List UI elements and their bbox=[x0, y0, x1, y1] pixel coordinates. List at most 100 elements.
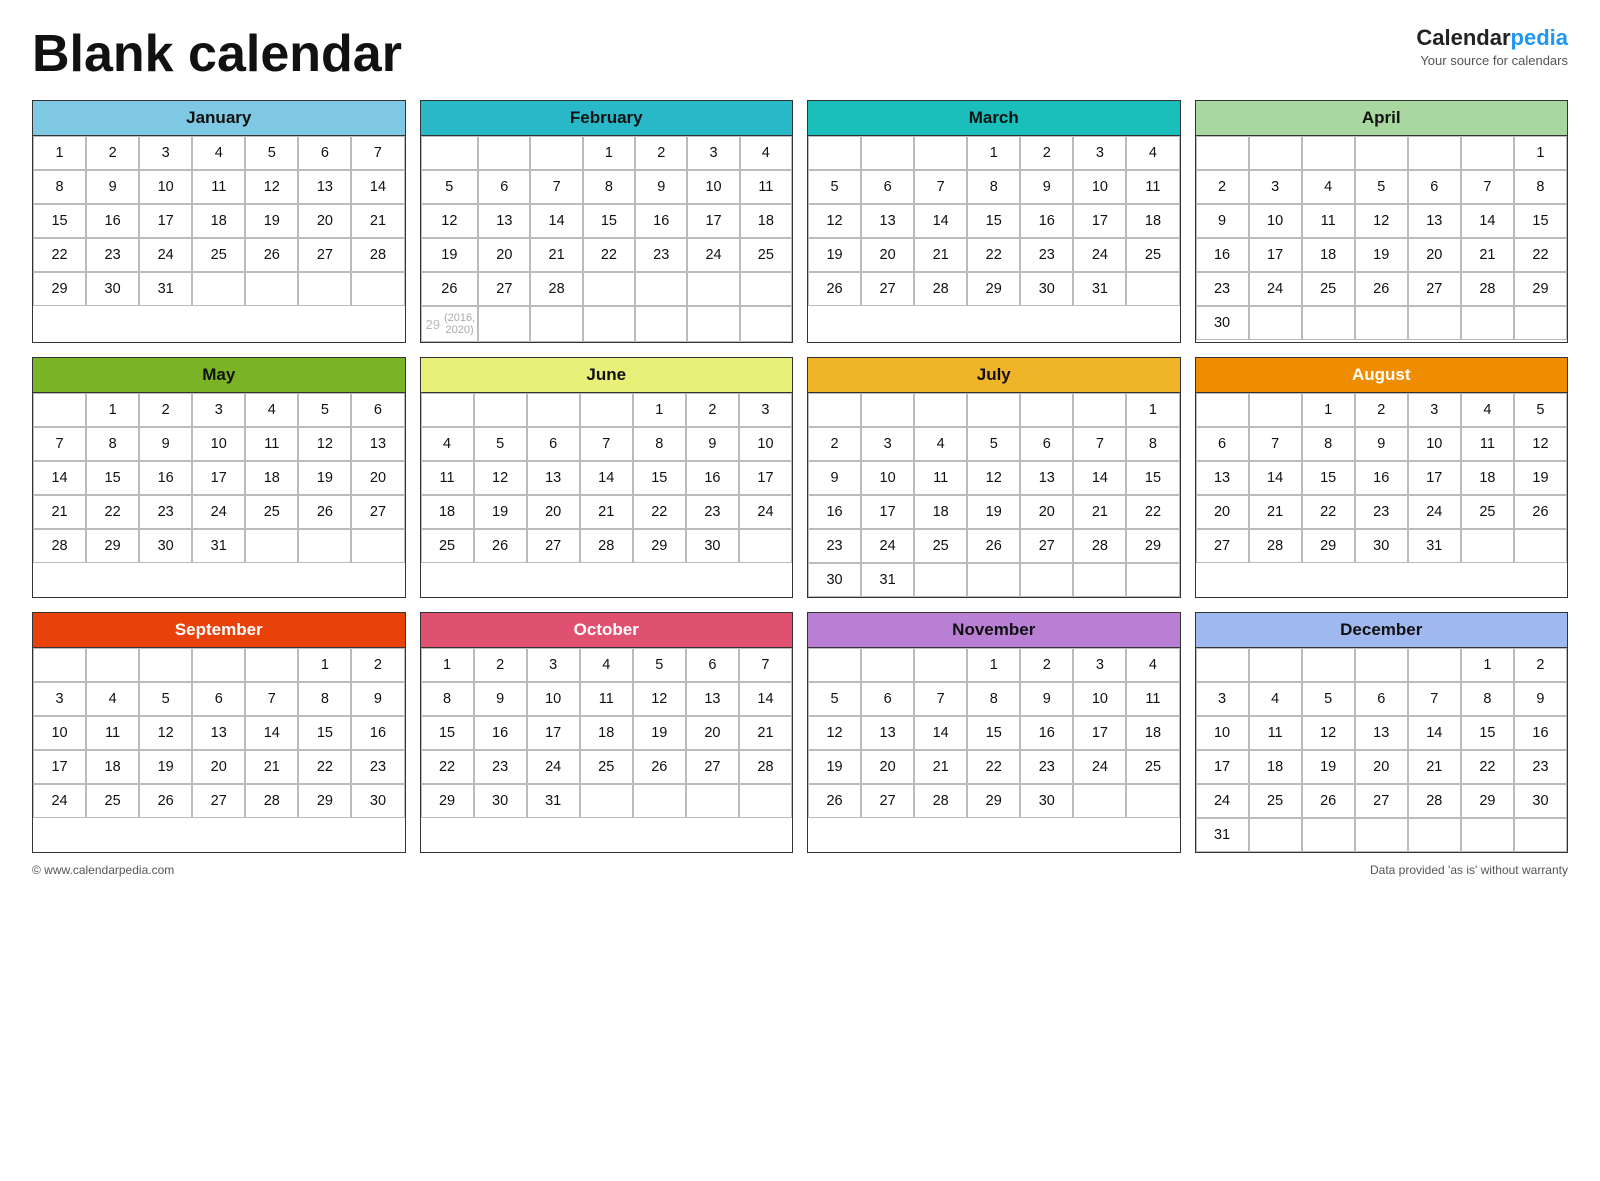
day-cell: 12 bbox=[967, 461, 1020, 495]
month-nov: November12345678910111213141516171819202… bbox=[807, 612, 1181, 853]
day-cell: 6 bbox=[192, 682, 245, 716]
day-cell: 18 bbox=[1302, 238, 1355, 272]
day-cell: 18 bbox=[914, 495, 967, 529]
day-cell bbox=[1461, 306, 1514, 340]
month-header-sep: September bbox=[33, 613, 405, 648]
day-cell: 19 bbox=[1355, 238, 1408, 272]
day-cell bbox=[1408, 306, 1461, 340]
day-cell: 7 bbox=[530, 170, 582, 204]
day-cell: 3 bbox=[1196, 682, 1249, 716]
day-cell: 6 bbox=[1355, 682, 1408, 716]
day-cell: 16 bbox=[1514, 716, 1567, 750]
day-cell bbox=[1514, 306, 1567, 340]
day-cell: 19 bbox=[808, 750, 861, 784]
day-cell: 28 bbox=[530, 272, 582, 306]
day-cell: 26 bbox=[1355, 272, 1408, 306]
day-cell: 18 bbox=[1126, 204, 1179, 238]
day-cell: 19 bbox=[633, 716, 686, 750]
day-cell: 28 bbox=[1249, 529, 1302, 563]
day-cell: 15 bbox=[583, 204, 635, 238]
month-header-aug: August bbox=[1196, 358, 1568, 393]
day-cell: 22 bbox=[1461, 750, 1514, 784]
month-sep: September1234567891011121314151617181920… bbox=[32, 612, 406, 853]
day-cell: 14 bbox=[1408, 716, 1461, 750]
day-cell: 6 bbox=[1196, 427, 1249, 461]
day-cell: 6 bbox=[298, 136, 351, 170]
day-cell: 14 bbox=[1461, 204, 1514, 238]
day-cell: 11 bbox=[86, 716, 139, 750]
day-cell: 23 bbox=[686, 495, 739, 529]
day-cell: 19 bbox=[808, 238, 861, 272]
day-cell bbox=[1302, 648, 1355, 682]
day-cell: 23 bbox=[139, 495, 192, 529]
day-cell: 28 bbox=[914, 272, 967, 306]
day-cell: 26 bbox=[298, 495, 351, 529]
month-may: May1234567891011121314151617181920212223… bbox=[32, 357, 406, 598]
day-cell bbox=[861, 648, 914, 682]
day-cell: 13 bbox=[1355, 716, 1408, 750]
day-cell bbox=[1196, 648, 1249, 682]
day-cell: 23 bbox=[808, 529, 861, 563]
day-cell: 16 bbox=[139, 461, 192, 495]
day-cell: 27 bbox=[861, 784, 914, 818]
day-cell: 24 bbox=[1073, 238, 1126, 272]
day-cell: 9 bbox=[686, 427, 739, 461]
day-cell bbox=[1196, 136, 1249, 170]
day-cell bbox=[1408, 648, 1461, 682]
day-cell: 30 bbox=[1196, 306, 1249, 340]
day-cell-empty bbox=[635, 306, 687, 342]
day-cell: 30 bbox=[1355, 529, 1408, 563]
day-cell: 1 bbox=[1302, 393, 1355, 427]
day-cell: 13 bbox=[1408, 204, 1461, 238]
day-cell: 31 bbox=[139, 272, 192, 306]
day-cell: 24 bbox=[192, 495, 245, 529]
day-cell: 25 bbox=[1126, 238, 1179, 272]
day-cell: 6 bbox=[686, 648, 739, 682]
day-cell: 29 bbox=[1461, 784, 1514, 818]
day-cell: 11 bbox=[580, 682, 633, 716]
month-aug: August1234567891011121314151617181920212… bbox=[1195, 357, 1569, 598]
day-cell: 3 bbox=[33, 682, 86, 716]
day-cell: 29 bbox=[298, 784, 351, 818]
day-cell: 19 bbox=[139, 750, 192, 784]
day-cell: 26 bbox=[1302, 784, 1355, 818]
day-cell: 6 bbox=[478, 170, 530, 204]
day-cell: 19 bbox=[421, 238, 479, 272]
day-cell: 20 bbox=[861, 750, 914, 784]
day-cell: 10 bbox=[33, 716, 86, 750]
day-cell: 24 bbox=[861, 529, 914, 563]
day-cell: 3 bbox=[1408, 393, 1461, 427]
day-cell: 15 bbox=[421, 716, 474, 750]
day-cell: 12 bbox=[421, 204, 479, 238]
day-cell: 15 bbox=[967, 716, 1020, 750]
day-cell: 4 bbox=[914, 427, 967, 461]
day-cell: 5 bbox=[808, 170, 861, 204]
day-cell: 16 bbox=[1020, 716, 1073, 750]
day-cell: 15 bbox=[1461, 716, 1514, 750]
day-cell bbox=[1355, 136, 1408, 170]
day-cell bbox=[421, 136, 479, 170]
day-cell: 18 bbox=[1461, 461, 1514, 495]
day-cell: 2 bbox=[1020, 136, 1073, 170]
day-cell bbox=[1073, 784, 1126, 818]
day-cell bbox=[245, 272, 298, 306]
day-cell: 1 bbox=[1514, 136, 1567, 170]
day-cell: 19 bbox=[967, 495, 1020, 529]
month-grid-jan: 1234567891011121314151617181920212223242… bbox=[33, 136, 405, 306]
day-cell: 19 bbox=[1302, 750, 1355, 784]
day-cell: 23 bbox=[1514, 750, 1567, 784]
day-cell bbox=[861, 136, 914, 170]
month-grid-may: 1234567891011121314151617181920212223242… bbox=[33, 393, 405, 563]
day-cell-empty bbox=[687, 306, 739, 342]
day-cell: 1 bbox=[967, 648, 1020, 682]
day-cell: 3 bbox=[1073, 136, 1126, 170]
day-cell bbox=[1461, 529, 1514, 563]
day-cell: 22 bbox=[1302, 495, 1355, 529]
day-cell: 29 bbox=[1126, 529, 1179, 563]
day-cell: 19 bbox=[245, 204, 298, 238]
day-cell bbox=[914, 648, 967, 682]
day-cell: 3 bbox=[861, 427, 914, 461]
day-cell: 16 bbox=[351, 716, 404, 750]
day-cell bbox=[1355, 818, 1408, 852]
day-cell: 24 bbox=[1196, 784, 1249, 818]
